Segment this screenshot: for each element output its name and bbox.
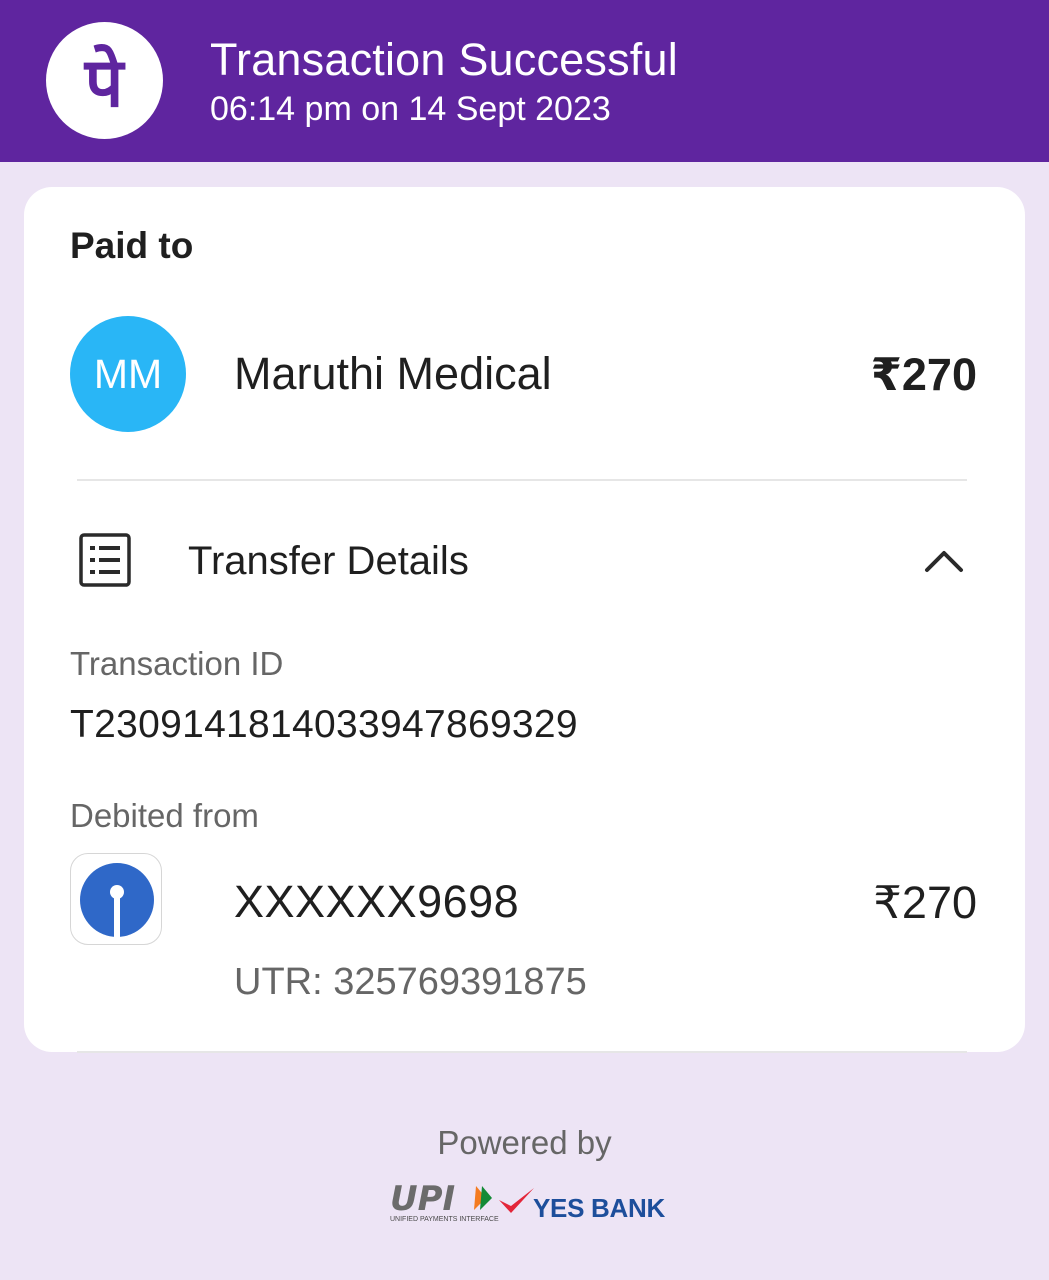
paid-to-label: Paid to (70, 225, 194, 266)
page-title: Transaction Successful (210, 34, 678, 85)
debited-amount: ₹270 (873, 877, 977, 928)
svg-text:पे: पे (83, 44, 126, 123)
utr-number[interactable]: UTR: 325769391875 (234, 961, 587, 1004)
app-header: पे Transaction Successful 06:14 pm on 14… (0, 0, 1049, 162)
payee-name[interactable]: Maruthi Medical (234, 348, 552, 400)
checkmark-icon (499, 1188, 534, 1213)
yes-bank-logo: YES BANK (533, 1193, 665, 1223)
paid-amount: ₹270 (870, 349, 977, 400)
divider (77, 1051, 967, 1053)
chevron-up-icon[interactable] (922, 545, 966, 582)
svg-text:UPI: UPI (390, 1180, 455, 1216)
powered-by-label: Powered by (437, 1124, 612, 1161)
upi-subtext: UNIFIED PAYMENTS INTERFACE (390, 1216, 499, 1223)
divider (77, 479, 967, 481)
debited-account-number: XXXXXX9698 (234, 876, 520, 927)
transaction-timestamp: 06:14 pm on 14 Sept 2023 (210, 90, 611, 128)
sbi-bank-logo-icon (70, 853, 162, 945)
receipt-list-icon (78, 532, 132, 593)
partner-logos: UPI UNIFIED PAYMENTS INTERFACE YES BANK (388, 1180, 668, 1230)
upi-logo-icon: UPI (390, 1180, 492, 1216)
transaction-id-value[interactable]: T2309141814033947869329 (70, 703, 578, 747)
debited-from-label: Debited from (70, 797, 259, 834)
transaction-id-label: Transaction ID (70, 645, 284, 682)
phonepe-logo-icon: पे (46, 22, 163, 139)
payee-avatar: MM (70, 316, 186, 432)
transfer-details-toggle[interactable]: Transfer Details (188, 539, 469, 584)
